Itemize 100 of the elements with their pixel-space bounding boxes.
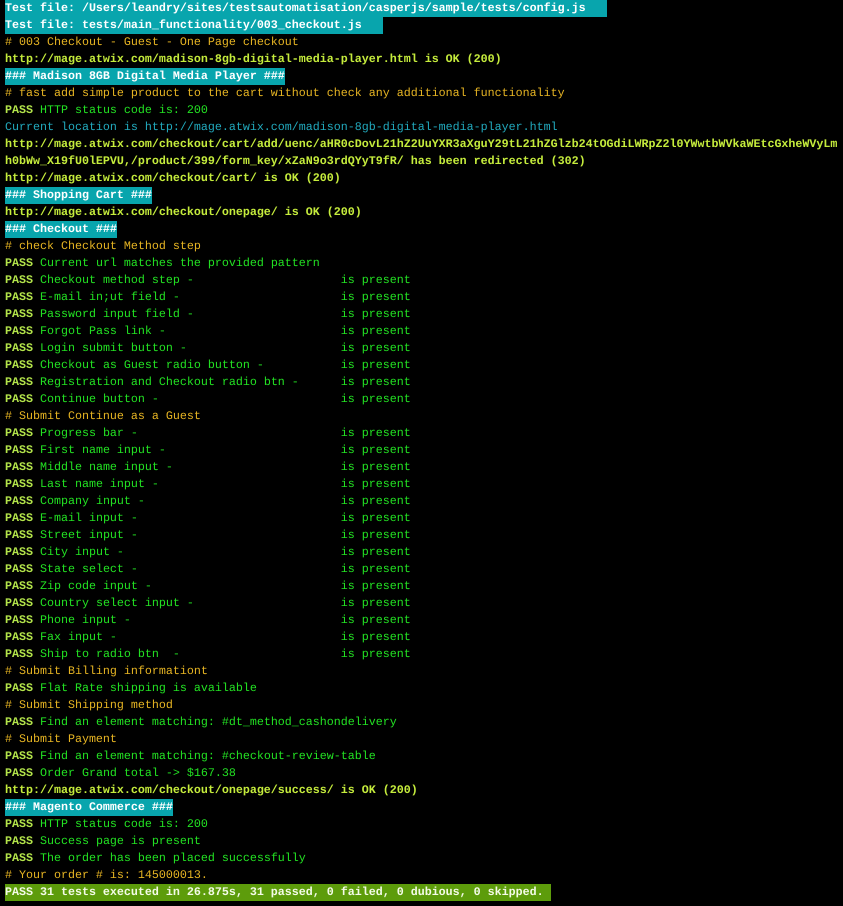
test-result: is present bbox=[340, 426, 411, 440]
test-result: is present bbox=[340, 630, 411, 644]
test-message: Checkout method step - bbox=[40, 272, 195, 289]
test-result: is present bbox=[340, 392, 411, 406]
test-result: is present bbox=[340, 307, 411, 321]
test-message: E-mail input - bbox=[40, 510, 139, 527]
test-message: The order has been placed successfully bbox=[40, 850, 306, 867]
test-result: is present bbox=[340, 443, 411, 457]
test-message: Checkout as Guest radio button - bbox=[40, 357, 265, 374]
test-message: Registration and Checkout radio btn - bbox=[40, 374, 300, 391]
pass-label: PASS bbox=[5, 392, 33, 406]
test-message: First name input - bbox=[40, 442, 167, 459]
pass-label: PASS bbox=[5, 103, 33, 117]
pass-label: PASS bbox=[5, 766, 33, 780]
comment-line: # Submit Billing informationt bbox=[5, 663, 208, 680]
pass-label: PASS bbox=[5, 647, 33, 661]
pass-label: PASS bbox=[5, 290, 33, 304]
test-message: Middle name input - bbox=[40, 459, 174, 476]
comment-line: # 003 Checkout - Guest - One Page checkout bbox=[5, 34, 299, 51]
pass-label: PASS bbox=[5, 851, 33, 865]
test-message: HTTP status code is: 200 bbox=[40, 102, 208, 119]
url-status-line: http://mage.atwix.com/checkout/onepage/success/ is OK (200) bbox=[5, 782, 418, 799]
test-result: is present bbox=[340, 596, 411, 610]
section-header: ### Madison 8GB Digital Media Player ### bbox=[5, 68, 285, 85]
pass-label: PASS bbox=[5, 324, 33, 338]
comment-line: # check Checkout Method step bbox=[5, 238, 201, 255]
comment-line: # fast add simple product to the cart without check any additional functionality bbox=[5, 85, 565, 102]
comment-line: # Your order # is: 145000013. bbox=[5, 867, 208, 884]
comment-line: # Submit Payment bbox=[5, 731, 117, 748]
pass-label: PASS bbox=[5, 273, 33, 287]
test-message: Success page is present bbox=[40, 833, 201, 850]
section-header: ### Shopping Cart ### bbox=[5, 187, 152, 204]
pass-label: PASS bbox=[5, 460, 33, 474]
url-status-line: http://mage.atwix.com/madison-8gb-digital-media-player.html is OK (200) bbox=[5, 51, 502, 68]
test-result: is present bbox=[340, 579, 411, 593]
test-result: is present bbox=[340, 290, 411, 304]
test-message: Fax input - bbox=[40, 629, 118, 646]
pass-label: PASS bbox=[5, 443, 33, 457]
test-message: Last name input - bbox=[40, 476, 160, 493]
test-message: Continue button - bbox=[40, 391, 160, 408]
url-status-line: http://mage.atwix.com/checkout/onepage/ is OK (200) bbox=[5, 204, 362, 221]
test-message: Phone input - bbox=[40, 612, 132, 629]
test-message: Order Grand total -> $167.38 bbox=[40, 765, 236, 782]
url-status-line: http://mage.atwix.com/checkout/cart/ is OK (200) bbox=[5, 170, 341, 187]
test-result: is present bbox=[340, 341, 411, 355]
url-status-line: http://mage.atwix.com/checkout/cart/add/uenc/aHR0cDovL21hZ2UuYXR3aXguY29tL21hZGlzb24tOGdiLWRpZ2l0YWwtbWVkaWEtcGxheWVyLmh0bWw_X19fU0lEPVU,/product/399/form_key/xZaN9o3rdQYyT9fR/ has been redirected (302) bbox=[5, 136, 838, 170]
test-result: is present bbox=[340, 324, 411, 338]
pass-label: PASS bbox=[5, 511, 33, 525]
pass-label: PASS bbox=[5, 834, 33, 848]
test-message: State select - bbox=[40, 561, 139, 578]
pass-label: PASS bbox=[5, 494, 33, 508]
pass-label: PASS bbox=[5, 562, 33, 576]
test-result: is present bbox=[340, 460, 411, 474]
test-result: is present bbox=[340, 477, 411, 491]
test-result: is present bbox=[340, 358, 411, 372]
test-result: is present bbox=[340, 613, 411, 627]
test-message: HTTP status code is: 200 bbox=[40, 816, 208, 833]
test-result: is present bbox=[340, 273, 411, 287]
pass-label: PASS bbox=[5, 749, 33, 763]
test-message: Company input - bbox=[40, 493, 146, 510]
location-line: Current location is http://mage.atwix.com/madison-8gb-digital-media-player.html bbox=[5, 119, 558, 136]
pass-label: PASS bbox=[5, 817, 33, 831]
test-result: is present bbox=[340, 528, 411, 542]
test-result: is present bbox=[340, 494, 411, 508]
pass-label: PASS bbox=[5, 715, 33, 729]
pass-label: PASS bbox=[5, 596, 33, 610]
test-message: Find an element matching: #dt_method_cashondelivery bbox=[40, 714, 397, 731]
pass-label: PASS bbox=[5, 256, 33, 270]
test-message: Progress bar - bbox=[40, 425, 139, 442]
pass-label: PASS bbox=[5, 426, 33, 440]
comment-line: # Submit Continue as a Guest bbox=[5, 408, 201, 425]
section-header: ### Checkout ### bbox=[5, 221, 117, 238]
test-message: E-mail in;ut field - bbox=[40, 289, 181, 306]
pass-label: PASS bbox=[5, 341, 33, 355]
test-message: Street input - bbox=[40, 527, 139, 544]
test-message: Current url matches the provided pattern bbox=[40, 255, 320, 272]
test-message: Forgot Pass link - bbox=[40, 323, 167, 340]
test-message: Password input field - bbox=[40, 306, 195, 323]
test-result: is present bbox=[340, 647, 411, 661]
test-message: Flat Rate shipping is available bbox=[40, 680, 257, 697]
test-message: Country select input - bbox=[40, 595, 195, 612]
pass-label: PASS bbox=[5, 613, 33, 627]
test-result: is present bbox=[340, 562, 411, 576]
pass-label: PASS bbox=[5, 579, 33, 593]
pass-label: PASS bbox=[5, 528, 33, 542]
pass-label: PASS bbox=[5, 681, 33, 695]
test-message: Login submit button - bbox=[40, 340, 188, 357]
pass-label: PASS bbox=[5, 375, 33, 389]
test-result: is present bbox=[340, 545, 411, 559]
pass-label: PASS bbox=[5, 307, 33, 321]
pass-label: PASS bbox=[5, 477, 33, 491]
test-message: Find an element matching: #checkout-review-table bbox=[40, 748, 376, 765]
test-message: Zip code input - bbox=[40, 578, 153, 595]
test-result: is present bbox=[340, 375, 411, 389]
section-header: ### Magento Commerce ### bbox=[5, 799, 173, 816]
pass-label: PASS bbox=[5, 545, 33, 559]
test-message: City input - bbox=[40, 544, 125, 561]
test-result: is present bbox=[340, 511, 411, 525]
pass-label: PASS bbox=[5, 358, 33, 372]
comment-line: # Submit Shipping method bbox=[5, 697, 173, 714]
